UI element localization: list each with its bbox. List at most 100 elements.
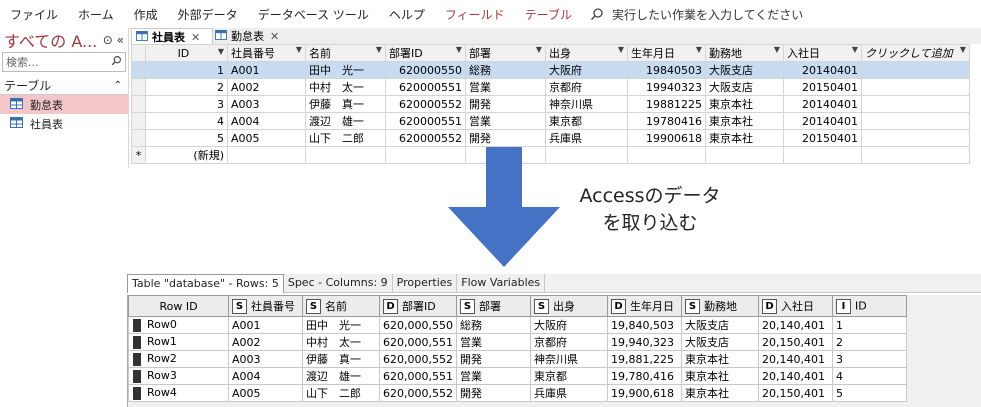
cell[interactable]: 1 — [145, 61, 228, 79]
row-selector[interactable] — [131, 95, 146, 113]
cell[interactable]: 中村 太一 — [302, 333, 380, 351]
cell[interactable]: 営業 — [465, 78, 546, 96]
cell[interactable]: 5 — [831, 384, 907, 402]
cell[interactable]: 開発 — [455, 384, 531, 402]
tell-me-search[interactable]: 実行したい作業を入力してください — [590, 6, 803, 23]
nav-header[interactable]: すべての A... ⊙ « — [0, 28, 128, 52]
column-header[interactable]: S 出身 — [529, 295, 608, 317]
cell[interactable] — [861, 129, 970, 147]
cell[interactable]: 20140401 — [783, 95, 862, 113]
tab-flow-variables[interactable]: Flow Variables — [457, 274, 546, 292]
nav-controls[interactable]: ⊙ « — [103, 33, 124, 47]
column-header[interactable]: 部署 ▼ — [465, 44, 546, 62]
cell[interactable]: 19,881,225 — [606, 350, 682, 368]
table-row[interactable]: 2 A002 中村 太一 620000551 営業 京都府 19940323 大… — [131, 78, 970, 96]
cell[interactable]: 東京本社 — [705, 95, 784, 113]
row-id-cell[interactable]: Row0 — [128, 316, 229, 334]
close-icon[interactable]: ✕ — [191, 31, 200, 44]
cell[interactable]: 620,000,551 — [379, 333, 457, 351]
cell[interactable] — [861, 61, 970, 79]
cell[interactable]: 山下 二郎 — [305, 129, 386, 147]
cell[interactable]: 総務 — [465, 61, 546, 79]
cell[interactable]: 19,780,416 — [606, 367, 682, 385]
cell[interactable]: 東京都 — [529, 367, 608, 385]
column-header[interactable]: D 入社日 — [757, 295, 833, 317]
cell[interactable]: 東京都 — [545, 112, 628, 130]
cell[interactable]: A005 — [227, 129, 306, 147]
cell[interactable]: 山下 二郎 — [302, 384, 380, 402]
row-id-header[interactable]: Row ID — [128, 295, 229, 317]
column-header[interactable]: D 生年月日 — [606, 295, 682, 317]
table-row[interactable]: Row2 A003 伊藤 真一 620,000,552 開発 神奈川県 19,8… — [128, 350, 907, 368]
cell[interactable]: 中村 太一 — [305, 78, 386, 96]
tab-properties[interactable]: Properties — [393, 274, 458, 292]
cell[interactable]: 1 — [831, 316, 907, 334]
cell[interactable]: 営業 — [455, 333, 531, 351]
tab-table[interactable]: Table "database" - Rows: 5 — [127, 274, 284, 293]
cell[interactable]: 大阪府 — [529, 316, 608, 334]
column-header[interactable]: I ID — [831, 295, 907, 317]
table-row[interactable]: 1 A001 田中 光一 620000550 総務 大阪府 19840503 大… — [131, 61, 970, 79]
cell[interactable]: 5 — [145, 129, 228, 147]
cell[interactable]: A002 — [228, 333, 303, 351]
cell[interactable]: 伊藤 真一 — [305, 95, 386, 113]
table-row[interactable]: Row4 A005 山下 二郎 620,000,552 開発 兵庫県 19,90… — [128, 384, 907, 402]
ribbon-tab-file[interactable]: ファイル — [0, 6, 68, 23]
cell[interactable]: 620,000,552 — [379, 350, 457, 368]
cell[interactable]: 20140401 — [783, 61, 862, 79]
cell[interactable]: 620000551 — [385, 112, 466, 130]
cell[interactable]: 東京本社 — [680, 384, 759, 402]
column-header[interactable]: S 勤務地 — [680, 295, 759, 317]
table-row[interactable]: 3 A003 伊藤 真一 620000552 開発 神奈川県 19881225 … — [131, 95, 970, 113]
row-selector[interactable] — [131, 78, 146, 96]
cell[interactable]: 大阪支店 — [680, 316, 759, 334]
cell[interactable]: 19,940,323 — [606, 333, 682, 351]
table-row[interactable]: Row1 A002 中村 太一 620,000,551 営業 京都府 19,94… — [128, 333, 907, 351]
cell[interactable]: 3 — [145, 95, 228, 113]
cell[interactable]: 19780416 — [627, 112, 706, 130]
cell[interactable]: 田中 光一 — [305, 61, 386, 79]
row-selector[interactable] — [131, 129, 146, 147]
cell[interactable]: 20150401 — [783, 78, 862, 96]
doc-tab-employee[interactable]: 社員表 ✕ — [131, 28, 213, 45]
ribbon-tab-table[interactable]: テーブル — [515, 6, 582, 23]
cell[interactable]: 620000552 — [385, 129, 466, 147]
cell[interactable]: 20,150,401 — [757, 384, 833, 402]
cell[interactable]: 620,000,551 — [379, 367, 457, 385]
cell[interactable]: 620000551 — [385, 78, 466, 96]
column-header[interactable]: 生年月日 ▼ — [627, 44, 706, 62]
cell[interactable] — [861, 78, 970, 96]
table-row[interactable]: 4 A004 渡辺 雄一 620000551 営業 東京都 19780416 東… — [131, 112, 970, 130]
cell[interactable]: 渡辺 雄一 — [302, 367, 380, 385]
cell[interactable]: A003 — [228, 350, 303, 368]
row-selector[interactable] — [131, 61, 146, 79]
cell[interactable]: 神奈川県 — [545, 95, 628, 113]
cell[interactable]: 2 — [145, 78, 228, 96]
cell[interactable]: A002 — [227, 78, 306, 96]
cell[interactable]: 620,000,552 — [379, 384, 457, 402]
nav-group-tables[interactable]: テーブル ⌃ — [0, 76, 128, 95]
column-header[interactable]: D 部署ID — [379, 295, 457, 317]
cell[interactable]: 620000550 — [385, 61, 466, 79]
ribbon-tab-external-data[interactable]: 外部データ — [168, 6, 248, 23]
nav-item-attendance-table[interactable]: 勤怠表 — [0, 95, 128, 114]
cell[interactable]: 大阪支店 — [680, 333, 759, 351]
cell[interactable]: 田中 光一 — [302, 316, 380, 334]
cell[interactable]: 2 — [831, 333, 907, 351]
column-header[interactable]: 名前 ▼ — [305, 44, 386, 62]
cell[interactable]: 20,140,401 — [757, 367, 833, 385]
row-id-cell[interactable]: Row2 — [128, 350, 229, 368]
table-row[interactable]: Row3 A004 渡辺 雄一 620,000,551 営業 東京都 19,78… — [128, 367, 907, 385]
cell[interactable]: 開発 — [455, 350, 531, 368]
cell[interactable]: 京都府 — [529, 333, 608, 351]
cell[interactable]: 兵庫県 — [545, 129, 628, 147]
cell[interactable]: 19,900,618 — [606, 384, 682, 402]
cell[interactable] — [861, 95, 970, 113]
cell[interactable]: 兵庫県 — [529, 384, 608, 402]
ribbon-tab-home[interactable]: ホーム — [68, 6, 124, 23]
cell[interactable]: 東京本社 — [705, 112, 784, 130]
row-id-cell[interactable]: Row1 — [128, 333, 229, 351]
ribbon-tab-database-tools[interactable]: データベース ツール — [248, 6, 379, 23]
cell[interactable]: 開発 — [465, 129, 546, 147]
column-header[interactable]: S 名前 — [302, 295, 380, 317]
